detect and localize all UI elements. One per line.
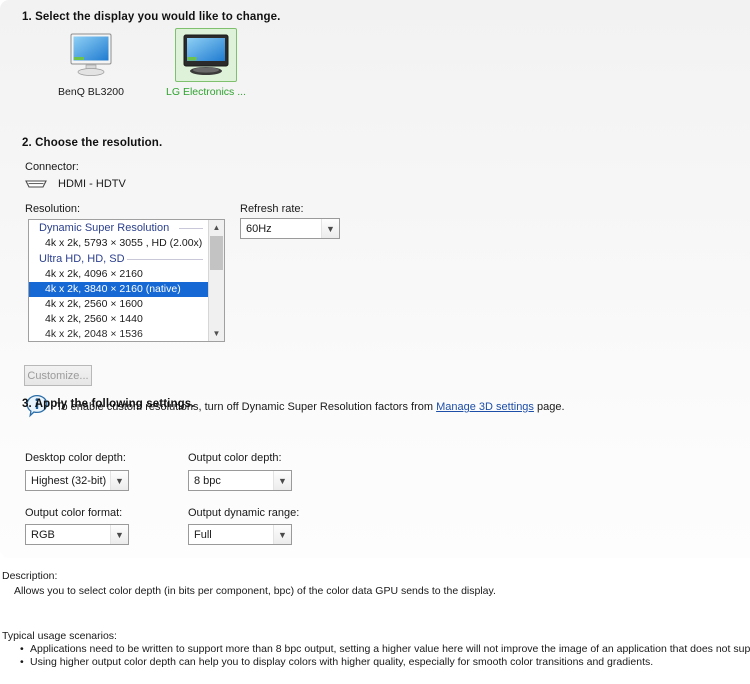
output-dynamic-range-value: Full (194, 528, 212, 541)
resolution-listbox[interactable]: Dynamic Super Resolution 4k x 2k, 5793 ×… (28, 219, 225, 342)
usage-bullet-list: Applications need to be written to suppo… (14, 643, 750, 669)
usage-heading: Typical usage scenarios: (2, 630, 117, 642)
step-3-heading: 3. Apply the following settings. (22, 398, 195, 410)
description-heading: Description: (2, 570, 58, 582)
chevron-down-icon: ▼ (321, 219, 339, 238)
chevron-down-icon: ▼ (273, 471, 291, 490)
note-text-after: page. (533, 401, 565, 413)
resolution-group-header: Dynamic Super Resolution (29, 220, 209, 236)
group-title: Dynamic Super Resolution (39, 222, 170, 234)
display-selector: BenQ BL3200 LG Electronics ... (0, 28, 750, 106)
monitor-icon (183, 34, 229, 75)
scroll-down-icon[interactable]: ▼ (209, 326, 224, 341)
chevron-down-icon: ▼ (110, 525, 128, 544)
group-rule (179, 228, 203, 229)
output-color-depth-value: 8 bpc (194, 474, 221, 487)
scrollbar-thumb[interactable] (210, 236, 223, 270)
desktop-color-depth-dropdown[interactable]: Highest (32-bit) ▼ (25, 470, 129, 491)
hdmi-connector-icon (25, 180, 47, 188)
resolution-item-selected[interactable]: 4k x 2k, 3840 × 2160 (native) (29, 282, 209, 297)
monitor-icon-benq (60, 28, 122, 82)
output-color-format-value: RGB (31, 528, 55, 541)
display-option-lg[interactable]: LG Electronics ... (165, 28, 247, 98)
usage-bullet: Applications need to be written to suppo… (20, 643, 750, 656)
output-color-depth-dropdown[interactable]: 8 bpc ▼ (188, 470, 292, 491)
output-dynamic-range-dropdown[interactable]: Full ▼ (188, 524, 292, 545)
monitor-icon (70, 33, 112, 76)
group-rule (127, 259, 203, 260)
output-color-format-dropdown[interactable]: RGB ▼ (25, 524, 129, 545)
refresh-rate-label: Refresh rate: (240, 203, 304, 215)
usage-bullet: Using higher output color depth can help… (20, 656, 750, 669)
manage-3d-settings-link[interactable]: Manage 3D settings (436, 401, 534, 413)
refresh-rate-value: 60Hz (246, 222, 272, 235)
chevron-down-icon: ▼ (110, 471, 128, 490)
display-label: BenQ BL3200 (58, 86, 124, 98)
display-settings-panel: 1. Select the display you would like to … (0, 0, 750, 558)
resolution-group-header: Ultra HD, HD, SD (29, 251, 209, 267)
step-1-heading: 1. Select the display you would like to … (22, 11, 281, 23)
customize-button[interactable]: Customize... (24, 365, 92, 386)
display-label: LG Electronics ... (166, 86, 246, 98)
resolution-item[interactable]: 4k x 2k, 2560 × 1440 (29, 312, 209, 327)
desktop-color-depth-value: Highest (32-bit) (31, 474, 107, 487)
resolution-scrollbar[interactable]: ▲ ▼ (208, 220, 224, 341)
step-2-heading: 2. Choose the resolution. (22, 137, 163, 149)
group-title: Ultra HD, HD, SD (39, 253, 125, 265)
resolution-item[interactable]: 4k x 2k, 2048 × 1536 (29, 327, 209, 341)
output-color-format-label: Output color format: (25, 507, 123, 519)
resolution-item[interactable]: 4k x 2k, 2560 × 1600 (29, 297, 209, 312)
output-color-depth-label: Output color depth: (188, 452, 282, 464)
desktop-color-depth-label: Desktop color depth: (25, 452, 126, 464)
display-option-benq[interactable]: BenQ BL3200 (50, 28, 132, 98)
resolution-item[interactable]: 4k x 2k, 4096 × 2160 (29, 267, 209, 282)
refresh-rate-dropdown[interactable]: 60Hz ▼ (240, 218, 340, 239)
customize-label: Customize... (27, 369, 89, 382)
scroll-up-icon[interactable]: ▲ (209, 220, 224, 235)
chevron-down-icon: ▼ (273, 525, 291, 544)
connector-label: Connector: (25, 161, 79, 173)
output-dynamic-range-label: Output dynamic range: (188, 507, 300, 519)
description-body: Allows you to select color depth (in bit… (14, 585, 496, 597)
monitor-icon-lg (175, 28, 237, 82)
resolution-label: Resolution: (25, 203, 81, 215)
connector-value: HDMI - HDTV (58, 178, 126, 190)
resolution-item[interactable]: 4k x 2k, 5793 × 3055 , HD (2.00x) (29, 236, 209, 251)
